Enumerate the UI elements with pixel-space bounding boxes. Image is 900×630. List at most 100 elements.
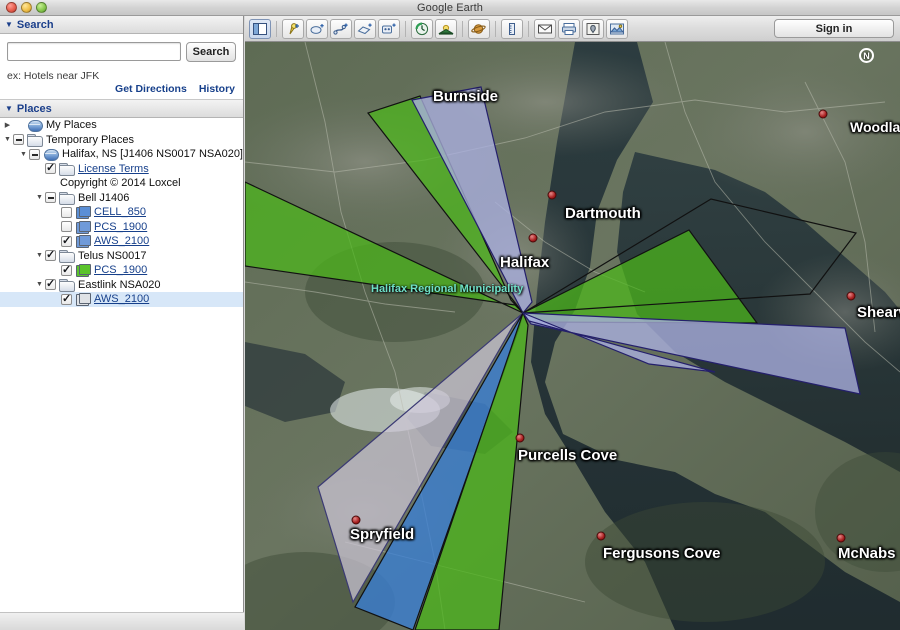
map-placemark-pin[interactable] <box>351 515 361 525</box>
visibility-checkbox[interactable] <box>61 221 72 233</box>
coverage-sector-layer <box>245 86 861 630</box>
visibility-checkbox[interactable] <box>61 292 72 305</box>
ruler-button[interactable] <box>501 18 523 39</box>
folder-icon <box>27 133 43 147</box>
map-place-label: Fergusons Cove <box>603 545 721 562</box>
tree-item[interactable]: AWS_2100 <box>0 292 243 307</box>
chevron-down-icon[interactable]: ▼ <box>34 252 45 259</box>
chevron-down-icon[interactable]: ▼ <box>18 151 29 158</box>
visibility-checkbox[interactable] <box>45 192 56 204</box>
sector-ene-green[interactable] <box>522 229 759 324</box>
map-placemark-pin[interactable] <box>547 190 557 200</box>
print-button[interactable] <box>558 18 580 39</box>
folder-icon <box>59 278 75 292</box>
places-panel-header[interactable]: ▼ Places <box>0 100 243 118</box>
map-place-label: Woodlawn <box>850 119 900 135</box>
tree-item-label[interactable]: AWS_2100 <box>94 235 149 247</box>
compass-north-icon[interactable]: N <box>859 48 874 63</box>
map-placemark-pin[interactable] <box>528 233 538 243</box>
copyright-text: Copyright © 2014 Loxcel <box>60 177 181 189</box>
tree-item[interactable]: PCS_1900 <box>0 263 243 278</box>
tree-item[interactable]: License Terms <box>0 161 243 177</box>
add-polygon-button[interactable] <box>306 18 328 39</box>
map-place-label: Halifax <box>500 254 550 271</box>
visibility-checkbox[interactable] <box>45 277 56 291</box>
search-hint: ex: Hotels near JFK <box>7 70 100 82</box>
placemark-dot-icon <box>351 515 361 525</box>
sq-icon <box>75 220 91 234</box>
planet-switcher-button[interactable] <box>468 18 490 39</box>
tree-item-label[interactable]: PCS_1900 <box>94 221 147 233</box>
add-path-icon <box>333 23 348 35</box>
historical-imagery-button[interactable] <box>411 18 433 39</box>
tree-item-label[interactable]: License Terms <box>78 163 149 175</box>
tree-item-label[interactable]: CELL_850 <box>94 206 146 218</box>
tree-item[interactable]: PCS_1900 <box>0 220 243 235</box>
tree-item-label[interactable]: AWS_2100 <box>94 293 149 305</box>
tree-item[interactable]: CELL_850 <box>0 205 243 220</box>
map-place-label: McNabs <box>838 545 896 562</box>
planet-switcher-icon <box>471 23 486 34</box>
history-link[interactable]: History <box>199 83 235 95</box>
map-placemark-pin[interactable] <box>846 291 856 301</box>
visibility-checkbox[interactable] <box>61 206 72 218</box>
globe-icon <box>43 148 59 162</box>
placemark-dot-icon <box>547 190 557 200</box>
map-place-label: Purcells Cove <box>518 447 618 464</box>
map-placemark-pin[interactable] <box>818 109 828 119</box>
visibility-checkbox[interactable] <box>61 234 72 247</box>
sunlight-icon <box>438 24 454 35</box>
email-button[interactable] <box>534 18 556 39</box>
chevron-down-icon[interactable]: ▼ <box>34 281 45 288</box>
search-input[interactable] <box>7 42 181 61</box>
map-place-label: Halifax Regional Municipality <box>371 283 524 295</box>
sq-icon <box>75 206 91 220</box>
record-tour-button[interactable] <box>378 18 400 39</box>
sidebar-resizer[interactable] <box>0 612 244 630</box>
visibility-checkbox[interactable] <box>61 263 72 276</box>
toggle-sidebar-button[interactable] <box>249 18 271 39</box>
get-directions-link[interactable]: Get Directions <box>115 83 187 95</box>
sector-esel-lavender[interactable] <box>521 312 861 395</box>
tree-item-label[interactable]: PCS_1900 <box>94 264 147 276</box>
save-image-icon <box>609 23 625 34</box>
map-placemark-pin[interactable] <box>836 533 846 543</box>
globe-icon <box>27 119 43 133</box>
visibility-checkbox[interactable] <box>45 248 56 262</box>
ruler-icon <box>509 22 515 35</box>
search-panel-title: Search <box>16 18 54 31</box>
tree-item[interactable]: ▶ My Places <box>0 118 243 133</box>
tree-item[interactable]: ▼ Temporary Places <box>0 133 243 148</box>
tree-item[interactable]: AWS_2100 <box>0 234 243 249</box>
map-viewport[interactable]: Burnside Woodlawn Dartmouth Halifax Regiona… <box>245 42 900 630</box>
add-placemark-button[interactable] <box>282 18 304 39</box>
search-panel-header[interactable]: ▼ Search <box>0 16 243 34</box>
sign-in-button[interactable]: Sign in <box>774 19 894 38</box>
visibility-checkbox[interactable] <box>45 161 56 175</box>
tree-item[interactable]: ▼ Eastlink NSA020 <box>0 277 243 293</box>
email-icon <box>538 24 552 33</box>
map-placemark-pin[interactable] <box>515 433 525 443</box>
view-in-google-maps-button[interactable] <box>582 18 604 39</box>
chevron-down-icon[interactable]: ▼ <box>2 136 13 143</box>
tree-item[interactable]: ▼ Bell J1406 <box>0 191 243 206</box>
visibility-checkbox[interactable] <box>13 134 24 146</box>
places-tree[interactable]: ▶ My Places ▼ Temporary Places ▼ Halifax, NS … <box>0 118 243 630</box>
chevron-right-icon[interactable]: ▶ <box>2 121 13 129</box>
placemark-dot-icon <box>846 291 856 301</box>
view-in-google-maps-icon <box>586 22 600 35</box>
add-image-overlay-button[interactable] <box>354 18 376 39</box>
places-panel-title: Places <box>16 102 52 115</box>
save-image-button[interactable] <box>606 18 628 39</box>
sq-icon <box>75 293 91 307</box>
map-place-label: Burnside <box>433 88 499 105</box>
tree-item[interactable]: ▼ Telus NS0017 <box>0 248 243 264</box>
sunlight-button[interactable] <box>435 18 457 39</box>
visibility-checkbox[interactable] <box>29 148 40 160</box>
search-button[interactable]: Search <box>186 42 236 62</box>
chevron-down-icon[interactable]: ▼ <box>34 194 45 201</box>
sidebar: ▼ Search Search ex: Hotels near JFK Get … <box>0 16 244 630</box>
add-path-button[interactable] <box>330 18 352 39</box>
tree-item[interactable]: ▼ Halifax, NS [J1406 NS0017 NSA020] <box>0 147 243 162</box>
map-placemark-pin[interactable] <box>596 531 606 541</box>
